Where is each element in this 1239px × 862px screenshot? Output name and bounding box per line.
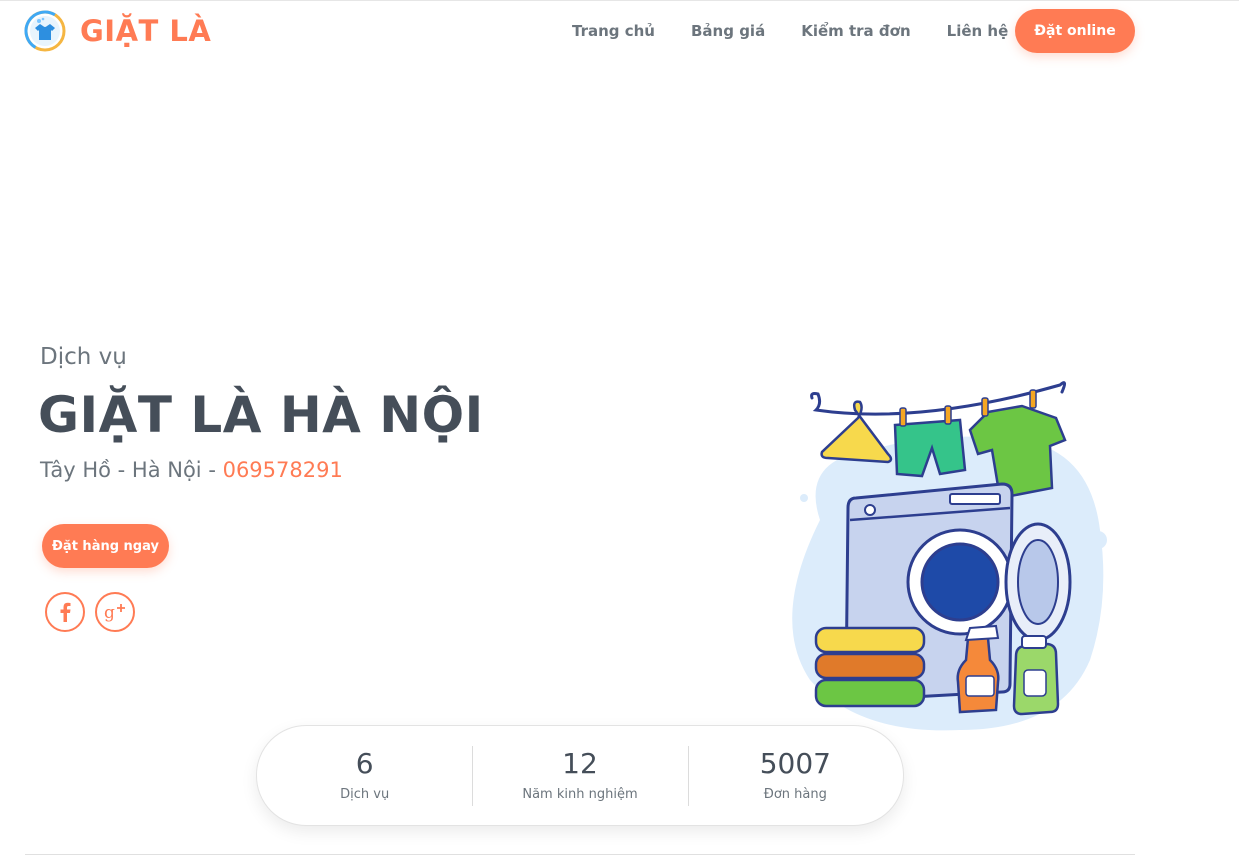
- svg-text:g: g: [104, 603, 115, 622]
- brand-logo[interactable]: GIẶT LÀ: [24, 10, 211, 52]
- stat-label: Dịch vụ: [340, 787, 390, 803]
- phone-number[interactable]: 069578291: [223, 458, 343, 482]
- facebook-link[interactable]: [45, 592, 85, 632]
- order-online-button[interactable]: Đặt online: [1015, 9, 1135, 53]
- stat-value: 6: [355, 746, 374, 780]
- stat-services: 6 Dịch vụ: [257, 746, 472, 806]
- brand-name: GIẶT LÀ: [80, 14, 212, 48]
- hero-location: Tây Hồ - Hà Nội - 069578291: [40, 458, 343, 482]
- stat-orders: 5007 Đơn hàng: [687, 745, 903, 806]
- washing-logo-icon: [24, 10, 66, 52]
- main-nav: Trang chủ Bảng giá Kiểm tra đơn Liên hệ: [572, 22, 1044, 40]
- nav-item-pricing[interactable]: Bảng giá: [691, 22, 765, 40]
- nav-item-contact[interactable]: Liên hệ: [947, 22, 1009, 40]
- stat-value: 5007: [759, 746, 831, 780]
- section-divider: [25, 854, 1135, 855]
- nav-item-check-order[interactable]: Kiểm tra đơn: [801, 22, 910, 40]
- order-now-button[interactable]: Đặt hàng ngay: [42, 524, 169, 568]
- stat-value: 12: [562, 746, 598, 780]
- google-plus-link[interactable]: g: [95, 592, 135, 632]
- stat-label: Năm kinh nghiệm: [522, 787, 638, 803]
- top-border: [0, 0, 1239, 1]
- hero-title: GIẶT LÀ HÀ NỘI: [38, 386, 484, 444]
- google-plus-icon: g: [104, 603, 125, 622]
- stat-label: Đơn hàng: [763, 787, 827, 803]
- location-text: Tây Hồ - Hà Nội -: [40, 458, 223, 482]
- facebook-icon: [60, 602, 71, 622]
- laundry-washing-machine-illustration: [792, 381, 1107, 731]
- stat-experience: 12 Năm kinh nghiệm: [472, 745, 687, 806]
- hero-subtitle: Dịch vụ: [40, 344, 127, 370]
- nav-item-home[interactable]: Trang chủ: [572, 22, 655, 40]
- stats-panel: 6 Dịch vụ 12 Năm kinh nghiệm 5007 Đơn hà…: [256, 725, 904, 826]
